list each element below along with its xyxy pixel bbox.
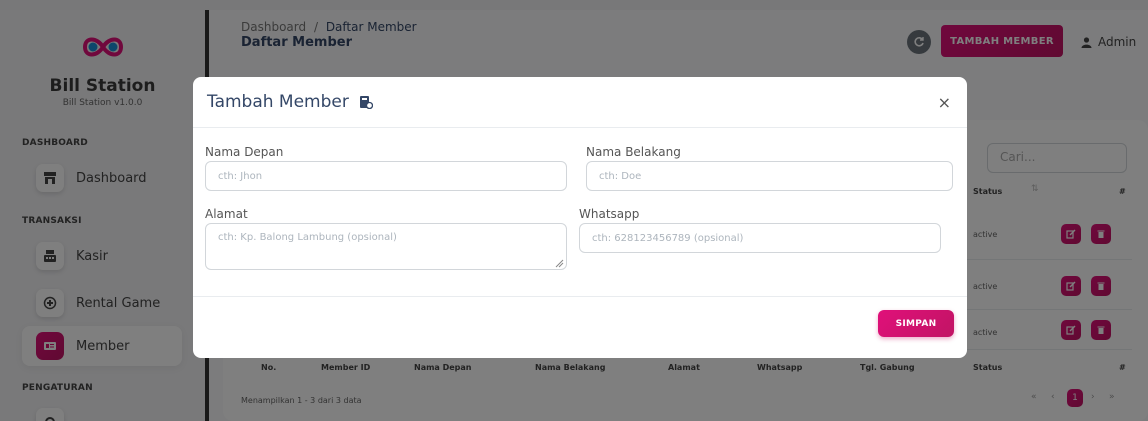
address-field[interactable] <box>205 223 567 270</box>
modal-title: Tambah Member <box>207 92 373 112</box>
modal-title-text: Tambah Member <box>207 92 349 112</box>
close-icon[interactable]: × <box>938 93 951 112</box>
whatsapp-label: Whatsapp <box>579 207 640 221</box>
add-member-modal: Tambah Member × Nama Depan Nama Belakang… <box>193 77 967 358</box>
last-name-field[interactable] <box>586 161 953 191</box>
modal-header-divider <box>193 127 967 128</box>
last-name-label: Nama Belakang <box>586 145 681 159</box>
first-name-label: Nama Depan <box>205 145 284 159</box>
save-button[interactable]: SIMPAN <box>878 310 954 337</box>
resize-grip-icon[interactable] <box>555 259 564 268</box>
id-card-icon <box>359 96 373 109</box>
address-label: Alamat <box>205 207 248 221</box>
first-name-field[interactable] <box>205 161 567 191</box>
whatsapp-field[interactable] <box>579 223 941 253</box>
modal-footer-divider <box>193 296 967 297</box>
